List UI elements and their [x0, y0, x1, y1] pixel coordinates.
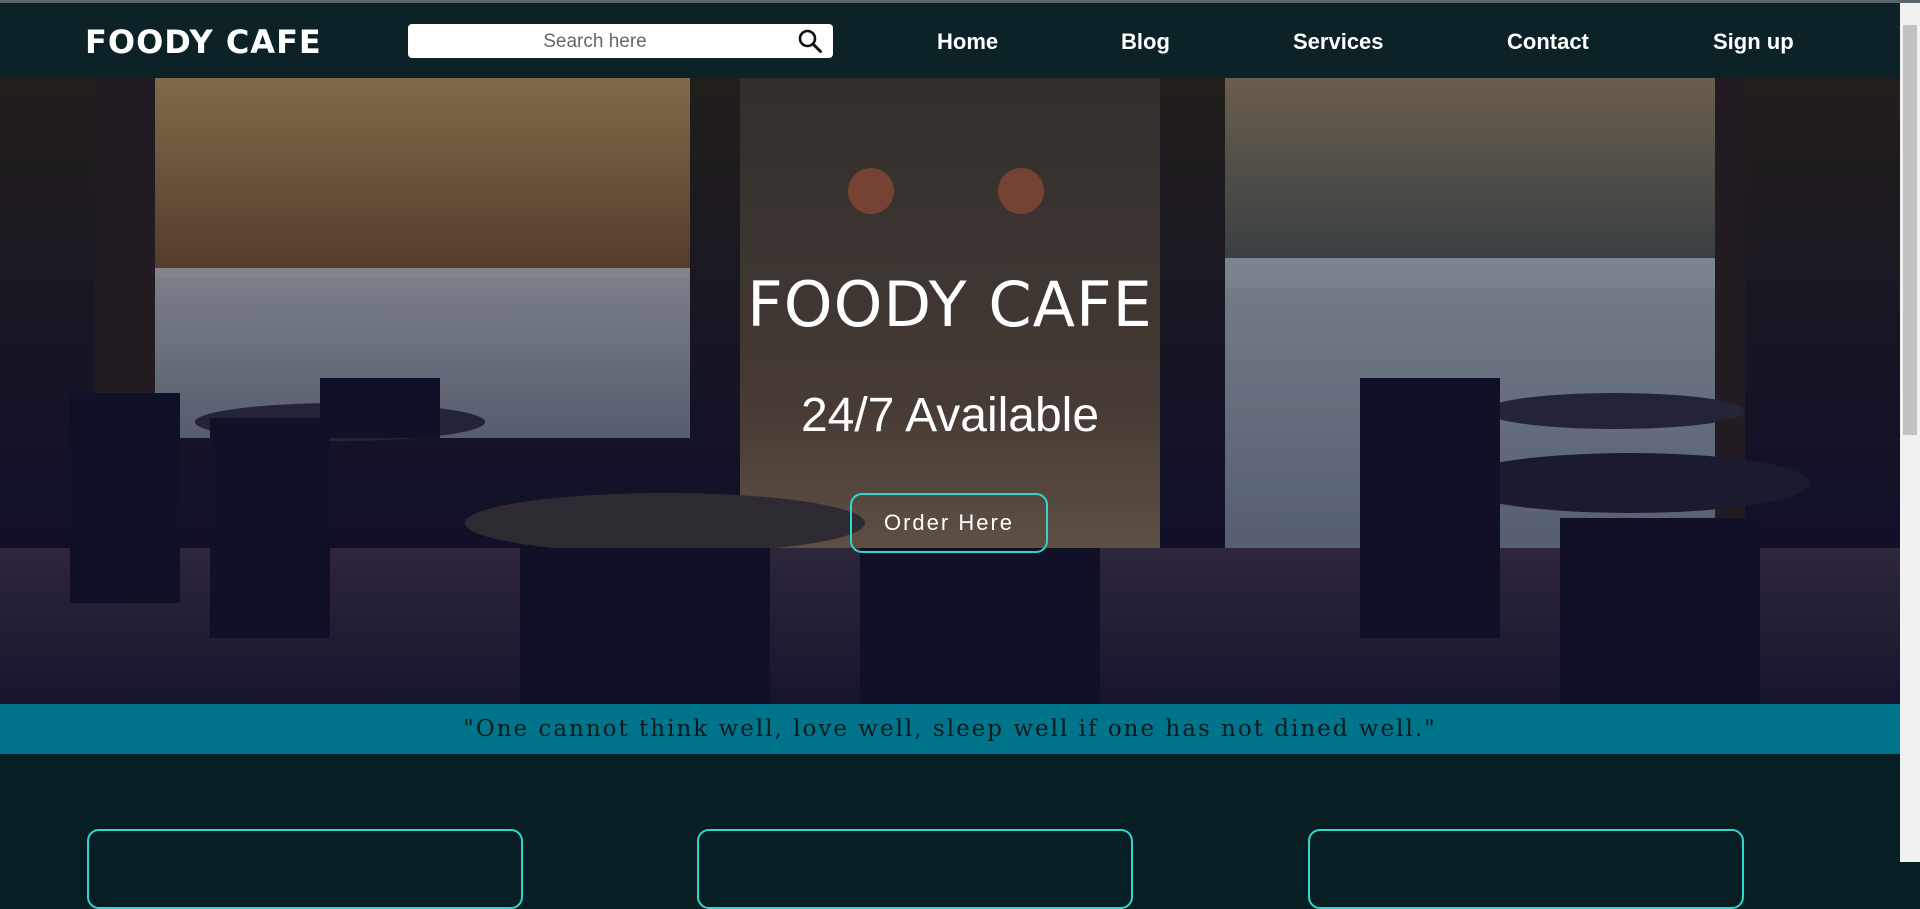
order-here-button[interactable]: Order Here	[850, 493, 1048, 553]
vertical-scrollbar[interactable]	[1900, 3, 1920, 862]
cards-section	[0, 754, 1900, 909]
nav-blog-link[interactable]: Blog	[1121, 29, 1170, 55]
feature-card[interactable]	[1308, 829, 1744, 909]
navbar: FOODY CAFE Home Blog Services Contact Si…	[0, 3, 1900, 78]
brand-logo[interactable]: FOODY CAFE	[85, 23, 322, 61]
quote-band: "One cannot think well, love well, sleep…	[0, 704, 1900, 754]
nav-signup-link[interactable]: Sign up	[1713, 29, 1794, 55]
feature-card[interactable]	[87, 829, 523, 909]
scrollbar-thumb[interactable]	[1903, 25, 1917, 435]
nav-contact-link[interactable]: Contact	[1507, 29, 1589, 55]
search-icon[interactable]	[797, 28, 823, 54]
hero-section: FOODY CAFE 24/7 Available Order Here	[0, 78, 1900, 704]
quote-text: "One cannot think well, love well, sleep…	[463, 716, 1437, 742]
search-box	[408, 24, 833, 60]
feature-card[interactable]	[697, 829, 1133, 909]
hero-subtitle: 24/7 Available	[800, 389, 1100, 442]
nav-home-link[interactable]: Home	[937, 29, 998, 55]
hero-title: FOODY CAFE	[747, 268, 1153, 341]
nav-services-link[interactable]: Services	[1293, 29, 1384, 55]
search-input[interactable]	[408, 24, 782, 60]
